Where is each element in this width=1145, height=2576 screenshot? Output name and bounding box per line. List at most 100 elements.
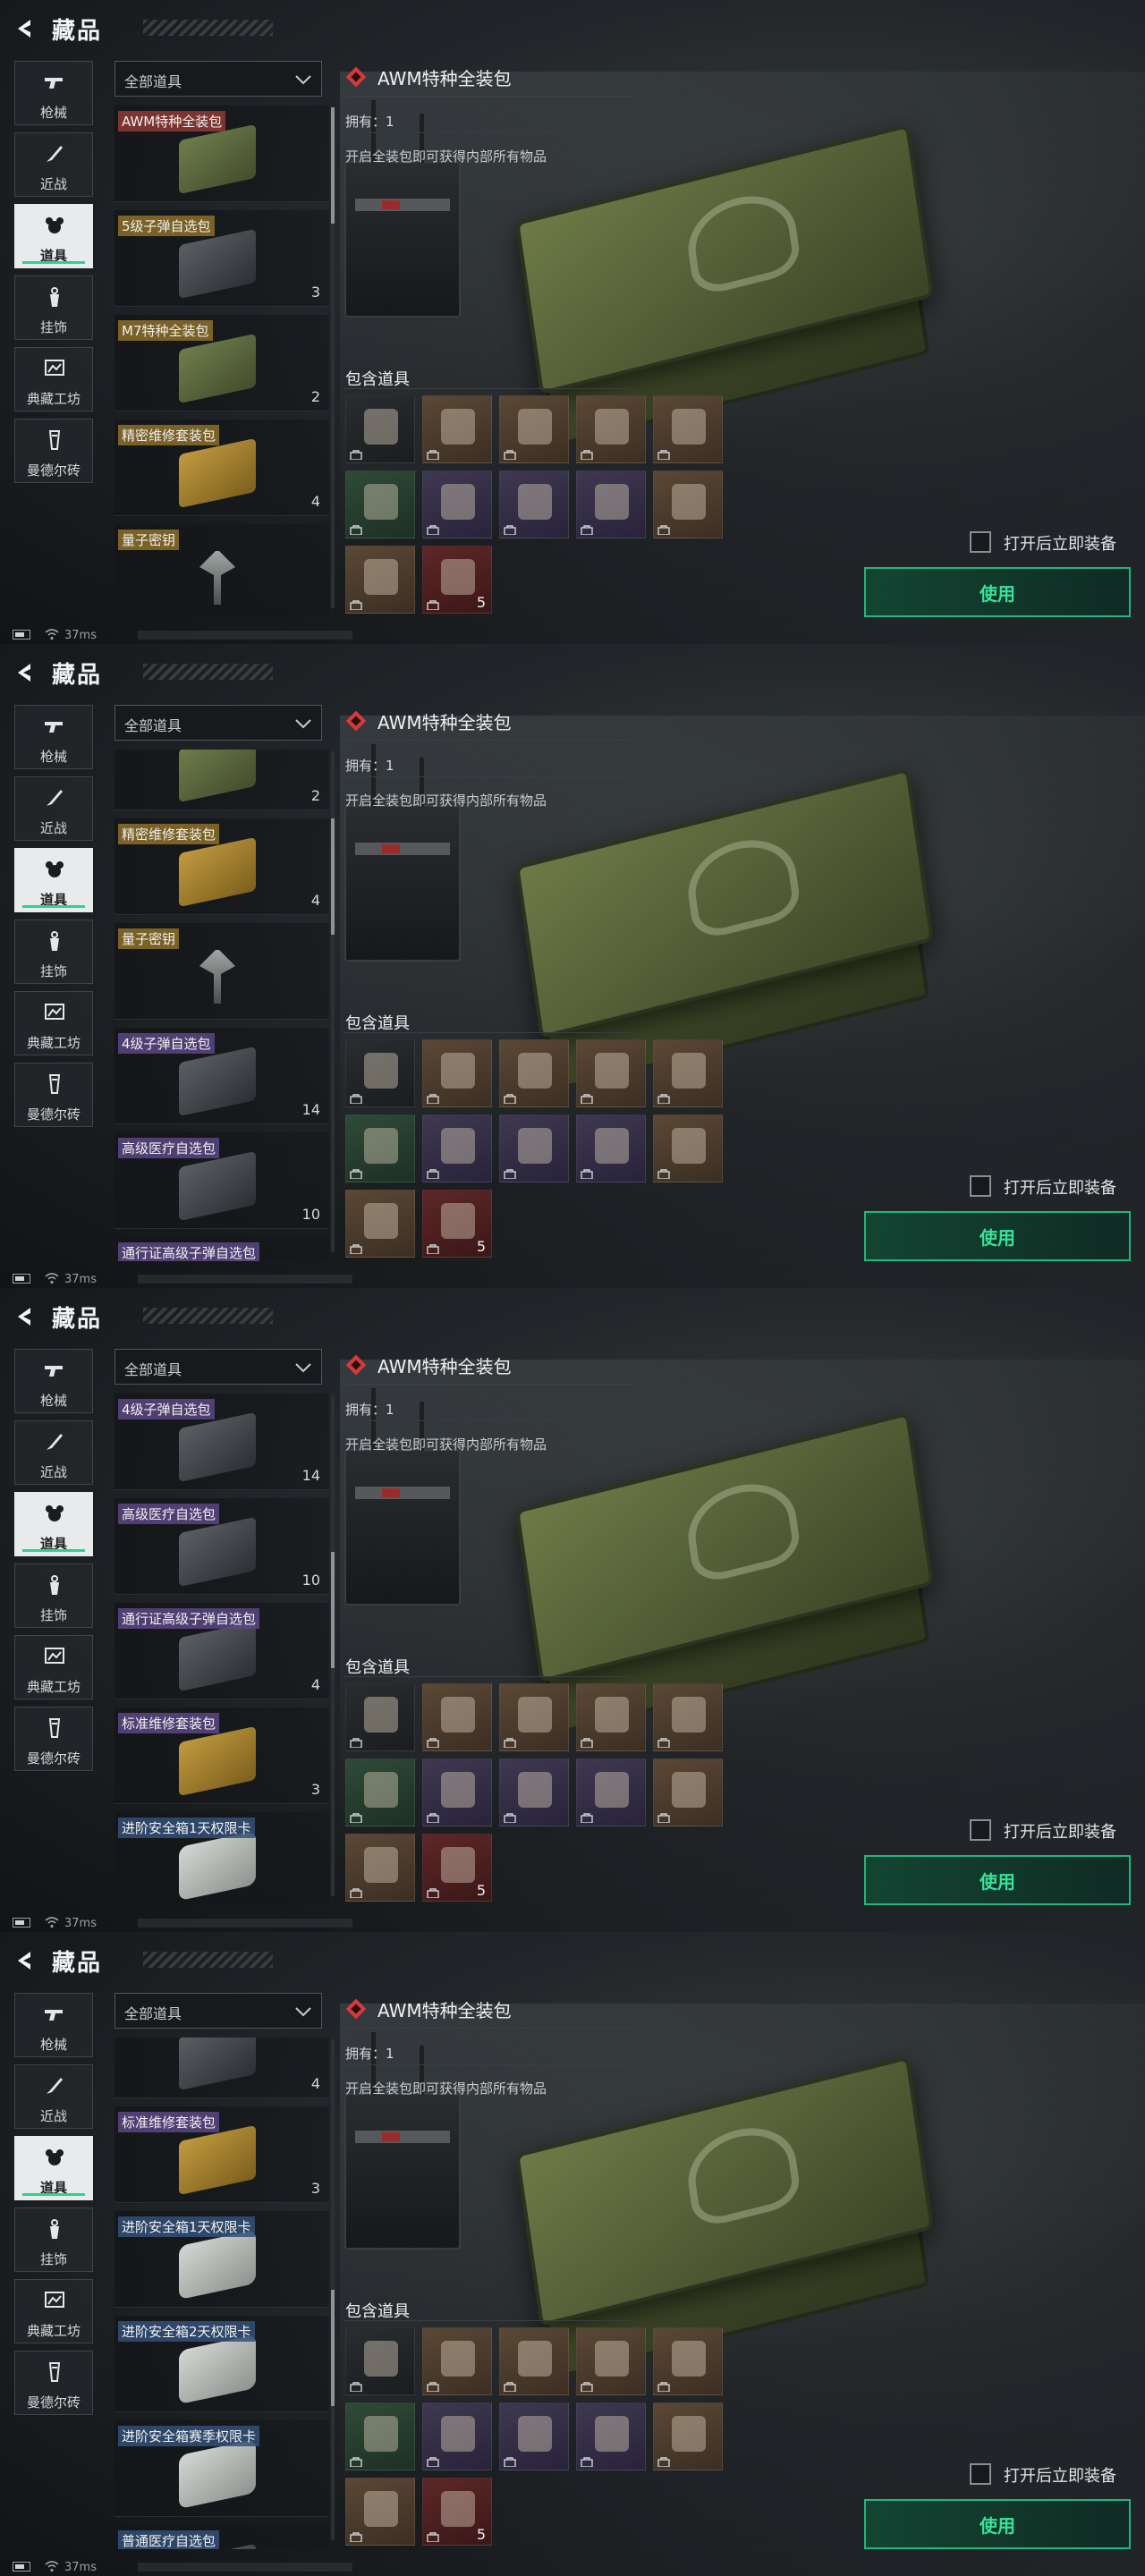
category-tab[interactable]: 挂饰 bbox=[14, 2207, 93, 2272]
contained-item-tile[interactable] bbox=[499, 1039, 569, 1107]
category-tab[interactable]: 典藏工坊 bbox=[14, 991, 93, 1055]
list-item[interactable]: AWM特种全装包 bbox=[114, 106, 329, 202]
contained-item-tile[interactable] bbox=[576, 470, 646, 538]
category-tab[interactable]: 挂饰 bbox=[14, 919, 93, 984]
contained-item-tile[interactable] bbox=[653, 1758, 723, 1826]
category-tab[interactable]: 道具 bbox=[14, 848, 93, 912]
back-arrow-icon[interactable] bbox=[13, 16, 38, 41]
contained-item-tile[interactable] bbox=[345, 546, 415, 614]
filter-dropdown[interactable]: 全部道具 bbox=[114, 61, 322, 97]
contained-item-tile[interactable] bbox=[499, 2402, 569, 2470]
category-tab[interactable]: 近战 bbox=[14, 2064, 93, 2129]
list-item[interactable]: 2 bbox=[114, 750, 329, 810]
list-item[interactable]: 进阶安全箱赛季权限卡 bbox=[114, 2420, 329, 2517]
filter-dropdown[interactable]: 全部道具 bbox=[114, 1993, 322, 2029]
category-tab[interactable]: 道具 bbox=[14, 2136, 93, 2200]
contained-item-tile[interactable] bbox=[576, 2402, 646, 2470]
contained-item-tile[interactable] bbox=[576, 1114, 646, 1182]
list-item[interactable]: 量子密钥 bbox=[114, 923, 329, 1020]
category-tab[interactable]: 典藏工坊 bbox=[14, 347, 93, 411]
list-scrollbar[interactable] bbox=[331, 2039, 335, 2540]
list-scrollbar[interactable] bbox=[331, 107, 335, 608]
filter-dropdown[interactable]: 全部道具 bbox=[114, 705, 322, 741]
equip-checkbox[interactable] bbox=[970, 1819, 991, 1841]
contained-item-tile[interactable] bbox=[345, 2327, 415, 2395]
contained-item-tile[interactable] bbox=[422, 395, 492, 463]
filter-dropdown[interactable]: 全部道具 bbox=[114, 1349, 322, 1385]
equip-checkbox[interactable] bbox=[970, 2463, 991, 2485]
category-tab[interactable]: 近战 bbox=[14, 132, 93, 197]
list-item[interactable]: 进阶安全箱1天权限卡 bbox=[114, 2211, 329, 2308]
list-item[interactable]: 通行证高级子弹自选包 4 bbox=[114, 1603, 329, 1699]
category-tab[interactable]: 曼德尔砖 bbox=[14, 1707, 93, 1771]
contained-item-tile[interactable]: 5 bbox=[422, 2478, 492, 2546]
list-scrollbar[interactable] bbox=[331, 751, 335, 1252]
scroll-thumb[interactable] bbox=[331, 107, 335, 224]
category-tab[interactable]: 枪械 bbox=[14, 1349, 93, 1413]
category-tab[interactable]: 挂饰 bbox=[14, 1563, 93, 1628]
contained-item-tile[interactable] bbox=[345, 1190, 415, 1258]
contained-item-tile[interactable] bbox=[345, 1834, 415, 1902]
list-item[interactable]: 量子密钥 bbox=[114, 524, 329, 617]
contained-item-tile[interactable] bbox=[422, 1758, 492, 1826]
contained-item-tile[interactable] bbox=[345, 395, 415, 463]
category-tab[interactable]: 道具 bbox=[14, 204, 93, 268]
contained-item-tile[interactable] bbox=[345, 1039, 415, 1107]
contained-item-tile[interactable] bbox=[653, 2402, 723, 2470]
category-tab[interactable]: 曼德尔砖 bbox=[14, 2351, 93, 2415]
contained-item-tile[interactable]: 5 bbox=[422, 546, 492, 614]
category-tab[interactable]: 道具 bbox=[14, 1492, 93, 1556]
contained-item-tile[interactable] bbox=[653, 1683, 723, 1751]
contained-item-tile[interactable] bbox=[345, 470, 415, 538]
contained-item-tile[interactable]: 5 bbox=[422, 1834, 492, 1902]
contained-item-tile[interactable] bbox=[345, 2478, 415, 2546]
scroll-thumb[interactable] bbox=[331, 2290, 335, 2406]
contained-item-tile[interactable] bbox=[345, 2402, 415, 2470]
list-item[interactable]: M7特种全装包 2 bbox=[114, 315, 329, 411]
list-item[interactable]: 4 bbox=[114, 2038, 329, 2098]
contained-item-tile[interactable] bbox=[653, 470, 723, 538]
back-arrow-icon[interactable] bbox=[13, 1304, 38, 1329]
contained-item-tile[interactable] bbox=[499, 2327, 569, 2395]
list-item[interactable]: 高级医疗自选包 10 bbox=[114, 1498, 329, 1595]
use-button[interactable]: 使用 bbox=[864, 567, 1131, 617]
category-tab[interactable]: 典藏工坊 bbox=[14, 2279, 93, 2343]
contained-item-tile[interactable] bbox=[499, 470, 569, 538]
category-tab[interactable]: 近战 bbox=[14, 1420, 93, 1485]
list-item[interactable]: 高级医疗自选包 10 bbox=[114, 1132, 329, 1229]
list-scrollbar[interactable] bbox=[331, 1395, 335, 1896]
contained-item-tile[interactable] bbox=[499, 1758, 569, 1826]
back-arrow-icon[interactable] bbox=[13, 1948, 38, 1973]
scroll-thumb[interactable] bbox=[331, 1552, 335, 1668]
use-button[interactable]: 使用 bbox=[864, 2499, 1131, 2549]
list-item[interactable]: 通行证高级子弹自选包 bbox=[114, 1237, 329, 1261]
list-item[interactable]: 进阶安全箱1天权限卡 bbox=[114, 1812, 329, 1905]
list-item[interactable]: 4级子弹自选包 14 bbox=[114, 1028, 329, 1124]
category-tab[interactable]: 曼德尔砖 bbox=[14, 1063, 93, 1127]
list-item[interactable]: 5级子弹自选包 3 bbox=[114, 210, 329, 307]
contained-item-tile[interactable]: 5 bbox=[422, 1190, 492, 1258]
contained-item-tile[interactable] bbox=[653, 395, 723, 463]
list-item[interactable]: 标准维修套装包 3 bbox=[114, 1707, 329, 1804]
category-tab[interactable]: 曼德尔砖 bbox=[14, 419, 93, 483]
equip-checkbox[interactable] bbox=[970, 1175, 991, 1197]
back-arrow-icon[interactable] bbox=[13, 660, 38, 685]
contained-item-tile[interactable] bbox=[576, 1039, 646, 1107]
contained-item-tile[interactable] bbox=[345, 1758, 415, 1826]
contained-item-tile[interactable] bbox=[653, 1114, 723, 1182]
list-item[interactable]: 精密维修套装包 4 bbox=[114, 419, 329, 516]
contained-item-tile[interactable] bbox=[345, 1683, 415, 1751]
use-button[interactable]: 使用 bbox=[864, 1211, 1131, 1261]
contained-item-tile[interactable] bbox=[422, 1039, 492, 1107]
contained-item-tile[interactable] bbox=[653, 2327, 723, 2395]
contained-item-tile[interactable] bbox=[422, 1114, 492, 1182]
contained-item-tile[interactable] bbox=[345, 1114, 415, 1182]
list-item[interactable]: 精密维修套装包 4 bbox=[114, 818, 329, 915]
category-tab[interactable]: 枪械 bbox=[14, 705, 93, 769]
contained-item-tile[interactable] bbox=[576, 395, 646, 463]
contained-item-tile[interactable] bbox=[576, 1758, 646, 1826]
contained-item-tile[interactable] bbox=[499, 1683, 569, 1751]
scroll-thumb[interactable] bbox=[331, 818, 335, 935]
category-tab[interactable]: 挂饰 bbox=[14, 275, 93, 340]
contained-item-tile[interactable] bbox=[499, 395, 569, 463]
